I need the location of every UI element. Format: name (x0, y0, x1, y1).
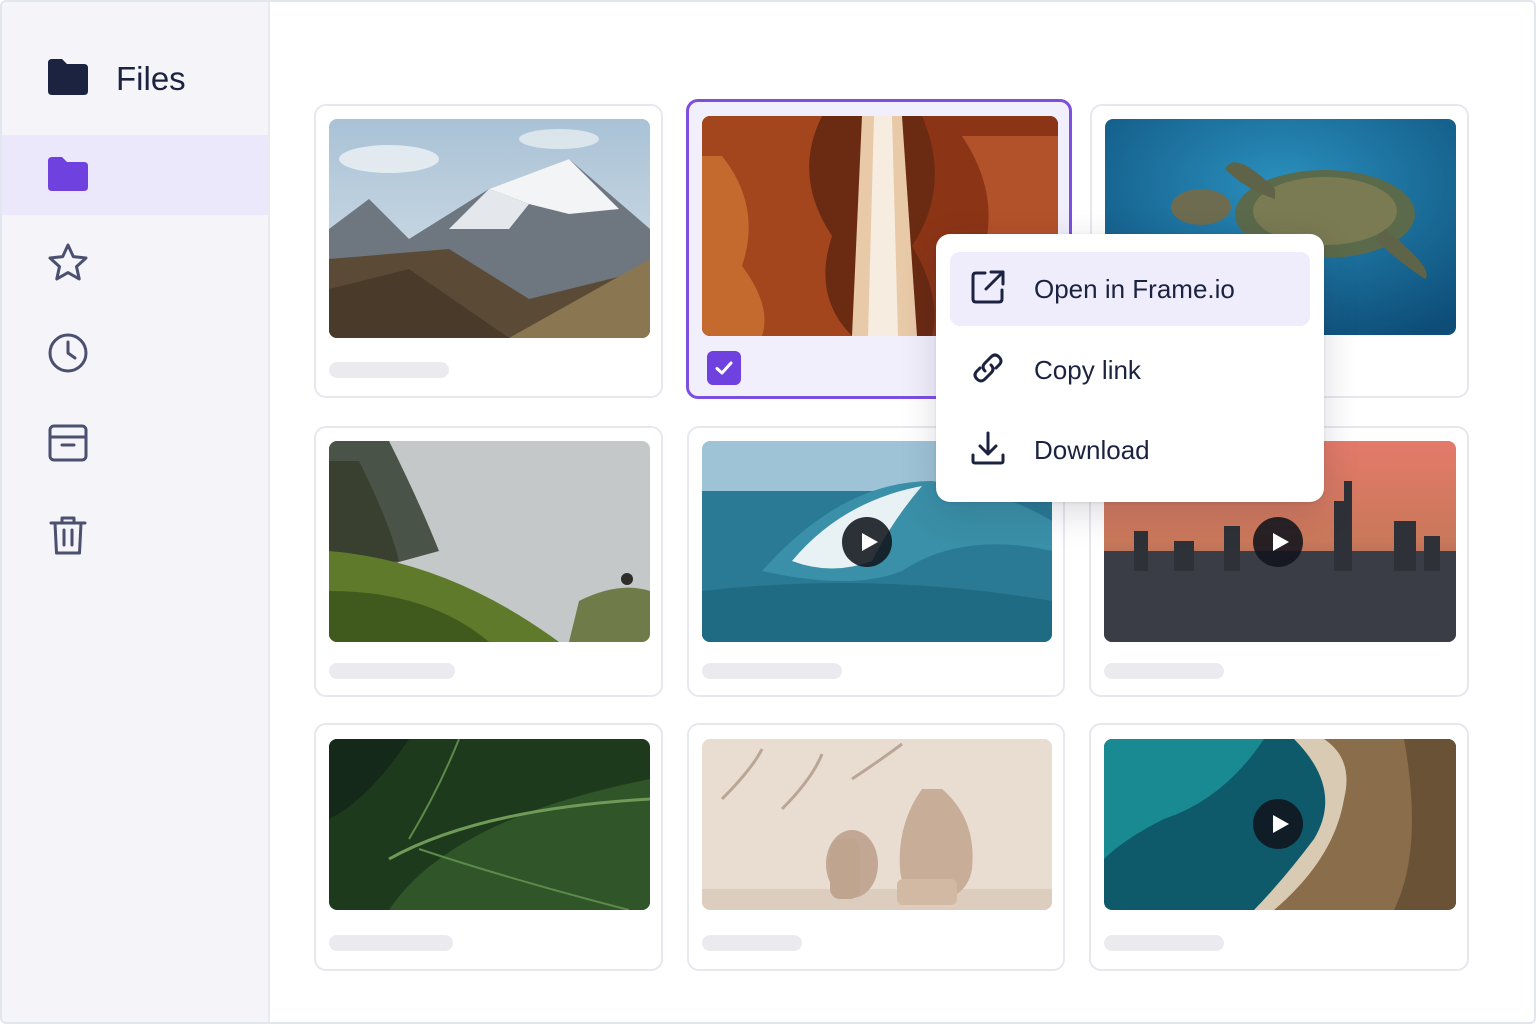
thumbnail-aerial-coast (1104, 739, 1456, 910)
sidebar-item-trash[interactable] (2, 497, 268, 577)
filename-placeholder (1104, 935, 1224, 951)
menu-item-open-in-frameio[interactable]: Open in Frame.io (950, 252, 1310, 326)
clock-icon (46, 331, 90, 380)
menu-item-label: Copy link (1034, 354, 1141, 385)
menu-item-copy-link[interactable]: Copy link (950, 333, 1310, 407)
sidebar-title: Files (116, 60, 186, 97)
context-menu: Open in Frame.io Copy link Download (936, 234, 1324, 502)
filename-placeholder (329, 935, 453, 951)
archive-icon (46, 421, 90, 470)
filename-placeholder (1104, 663, 1224, 679)
play-icon (862, 533, 878, 551)
external-link-icon (968, 267, 1008, 312)
menu-item-label: Open in Frame.io (1034, 273, 1235, 304)
sidebar-header: Files (46, 54, 186, 104)
thumbnail-leaf (329, 739, 650, 910)
link-icon (968, 348, 1008, 393)
menu-item-download[interactable]: Download (950, 413, 1310, 487)
filename-placeholder (329, 362, 449, 378)
download-icon (968, 428, 1008, 473)
folder-icon (46, 57, 90, 102)
file-card-aerial-coast[interactable] (1089, 723, 1469, 971)
file-card-vases[interactable] (687, 723, 1065, 971)
sidebar-item-favorites[interactable] (2, 225, 268, 305)
selection-checkbox[interactable] (707, 351, 741, 385)
sidebar: Files (2, 2, 270, 1022)
filename-placeholder (702, 935, 802, 951)
play-button[interactable] (842, 517, 892, 567)
filename-placeholder (329, 663, 455, 679)
file-card-foggy-hillside[interactable] (314, 426, 663, 697)
thumbnail-vases (702, 739, 1052, 910)
check-icon (715, 361, 733, 375)
star-icon (46, 241, 90, 290)
sidebar-item-archive[interactable] (2, 405, 268, 485)
play-button[interactable] (1253, 517, 1303, 567)
file-card-leaf[interactable] (314, 723, 663, 971)
play-icon (1273, 815, 1289, 833)
filename-placeholder (702, 663, 842, 679)
file-card-mountain[interactable] (314, 104, 663, 398)
menu-item-label: Download (1034, 434, 1150, 465)
trash-icon (46, 513, 90, 562)
sidebar-item-files[interactable] (2, 135, 268, 215)
sidebar-item-recent[interactable] (2, 315, 268, 395)
play-button[interactable] (1253, 799, 1303, 849)
thumbnail-foggy-hillside (329, 441, 650, 642)
thumbnail-mountain (329, 119, 650, 338)
app-window: Files Open in Frame.io Copy link Downloa… (0, 0, 1536, 1024)
play-icon (1273, 533, 1289, 551)
folder-icon (46, 151, 90, 200)
